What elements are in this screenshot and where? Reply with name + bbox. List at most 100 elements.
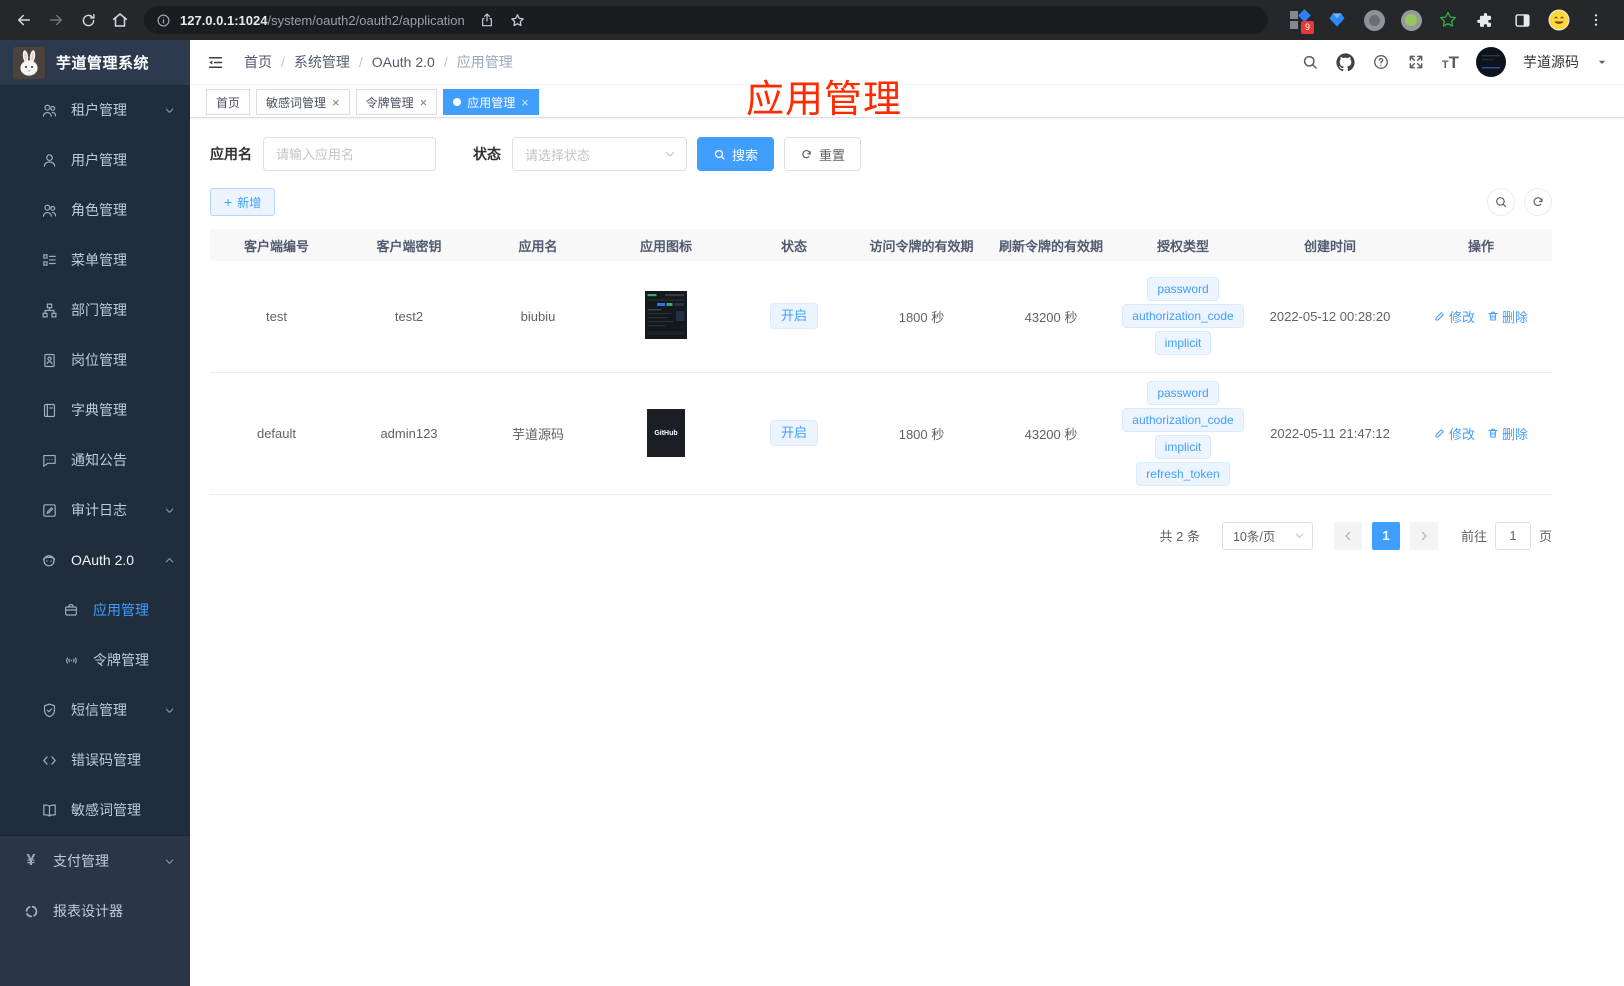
page-size-select[interactable]: 10条/页 [1221,521,1313,550]
side-panel-icon[interactable] [1510,8,1534,32]
profile-emoji-avatar[interactable] [1547,8,1571,32]
grant-type-tag: password [1147,277,1219,302]
breadcrumb-system[interactable]: 系统管理 [294,52,350,72]
close-icon[interactable]: × [521,96,529,109]
tab-home[interactable]: 首页 [206,89,251,115]
edit-link[interactable]: 修改 [1434,307,1475,326]
sidebar-item-label: OAuth 2.0 [71,552,135,568]
system-submenu: 租户管理 用户管理 角色管理 菜单管理 部门管理 岗位管理 字典管理 通知公告 … [0,85,190,835]
browser-menu-kebab-icon[interactable] [1584,8,1608,32]
sidebar-item-oauth2[interactable]: OAuth 2.0 [0,535,190,585]
site-info-icon[interactable] [156,13,171,28]
col-app-name: 应用名 [475,229,601,261]
app-logo[interactable]: 芋道管理系统 [0,40,190,85]
users-icon [40,101,58,119]
sidebar-item-role-mgmt[interactable]: 角色管理 [0,185,190,235]
sidebar-item-label: 敏感词管理 [71,802,141,818]
chevron-down-icon [164,705,175,716]
sidebar-item-label: 角色管理 [71,202,127,218]
cell-app-name: biubiu [475,261,601,373]
sidebar-item-sensitive-words[interactable]: 敏感词管理 [0,785,190,835]
briefcase-icon [62,601,80,619]
tab-application-mgmt[interactable]: 应用管理 × [443,89,539,115]
breadcrumb-oauth2[interactable]: OAuth 2.0 [372,54,435,70]
url-bar[interactable]: 127.0.0.1:1024 /system/oauth2/oauth2/app… [144,6,1268,34]
breadcrumb-home[interactable]: 首页 [244,52,272,72]
sidebar-item-oauth2-token[interactable]: 令牌管理 [0,635,190,685]
extension-squares-icon[interactable]: 9 [1288,8,1314,34]
tab-sensitive-words[interactable]: 敏感词管理 × [256,89,350,115]
sidebar-item-errcode-mgmt[interactable]: 错误码管理 [0,735,190,785]
sidebar-item-tenant-mgmt[interactable]: 租户管理 [0,85,190,135]
reset-button-label: 重置 [819,147,846,163]
extension-gray-circle-icon[interactable] [1362,8,1386,32]
cell-refresh-ttl: 43200 秒 [986,372,1116,495]
sidebar-item-payment-mgmt[interactable]: ¥ 支付管理 [0,836,190,886]
close-icon[interactable]: × [332,96,340,109]
extensions-puzzle-icon[interactable] [1473,8,1497,32]
sidebar-item-label: 错误码管理 [71,752,141,768]
sidebar-fold-icon[interactable] [206,53,225,72]
menu-tree-icon [40,251,58,269]
sidebar-item-oauth2-application[interactable]: 应用管理 [0,585,190,635]
fullscreen-icon[interactable] [1407,53,1425,71]
reset-button[interactable]: 重置 [784,137,862,171]
status-select[interactable]: 请选择状态 [512,137,687,171]
navbar-actions: TT 芋道源码 [1301,47,1608,77]
app-name-input[interactable] [263,137,436,171]
close-icon[interactable]: × [420,96,428,109]
font-size-icon[interactable]: TT [1442,54,1459,71]
url-path: /system/oauth2/oauth2/application [267,12,465,28]
yen-icon: ¥ [26,852,36,869]
sidebar-item-notice[interactable]: 通知公告 [0,435,190,485]
sidebar-item-audit-log[interactable]: 审计日志 [0,485,190,535]
sidebar-item-dept-mgmt[interactable]: 部门管理 [0,285,190,335]
user-menu-caret-icon[interactable] [1596,56,1608,68]
search-icon[interactable] [1301,53,1319,71]
page-number-current[interactable]: 1 [1371,521,1400,550]
sidebar-item-sms-mgmt[interactable]: 短信管理 [0,685,190,735]
user-name[interactable]: 芋道源码 [1523,52,1579,72]
user-avatar[interactable] [1476,47,1506,77]
code-icon [40,751,58,769]
home-icon[interactable] [106,6,134,34]
delete-link[interactable]: 删除 [1487,424,1528,443]
extension-green-star-icon[interactable] [1436,8,1460,32]
extension-gem-icon[interactable] [1325,8,1349,32]
hide-search-button[interactable] [1487,188,1515,216]
extension-green-circle-icon[interactable] [1399,8,1423,32]
grant-type-tag: authorization_code [1122,304,1244,329]
edit-link-label: 修改 [1448,309,1475,325]
bookmark-star-icon[interactable] [509,12,526,29]
delete-link[interactable]: 删除 [1487,307,1528,326]
reload-icon[interactable] [74,6,102,34]
sidebar-item-label: 支付管理 [53,853,109,869]
robot-icon [40,551,58,569]
sidebar-item-dict-mgmt[interactable]: 字典管理 [0,385,190,435]
next-page-button[interactable] [1409,521,1438,550]
table-toolbar: + 新增 [210,188,1552,216]
sidebar-item-user-mgmt[interactable]: 用户管理 [0,135,190,185]
share-icon[interactable] [479,12,495,28]
token-signal-icon [62,651,80,669]
forward-icon[interactable] [42,6,70,34]
prev-page-button[interactable] [1333,521,1362,550]
tab-token-mgmt[interactable]: 令牌管理 × [355,89,438,115]
col-grant-types: 授权类型 [1116,229,1250,261]
tab-label: 敏感词管理 [266,95,327,110]
edit-link[interactable]: 修改 [1434,424,1475,443]
main-area: 应用管理 首页 / 系统管理 / OAuth 2.0 / 应用管理 TT 芋道源… [190,40,1624,986]
col-refresh-token-ttl: 刷新令牌的有效期 [986,229,1116,261]
refresh-table-button[interactable] [1524,188,1552,216]
cell-app-icon: GitHub [601,372,731,495]
back-icon[interactable] [10,6,38,34]
github-icon[interactable] [1336,52,1355,72]
sidebar-item-report-designer[interactable]: 报表设计器 [0,886,190,936]
sidebar-item-post-mgmt[interactable]: 岗位管理 [0,335,190,385]
app-window: 芋道管理系统 租户管理 用户管理 角色管理 菜单管理 部门管理 岗位管理 字典管… [0,40,1624,986]
add-button[interactable]: + 新增 [210,188,276,216]
help-icon[interactable] [1372,53,1390,71]
sidebar-item-menu-mgmt[interactable]: 菜单管理 [0,235,190,285]
goto-page-input[interactable] [1494,521,1531,550]
search-button[interactable]: 搜索 [697,137,775,171]
